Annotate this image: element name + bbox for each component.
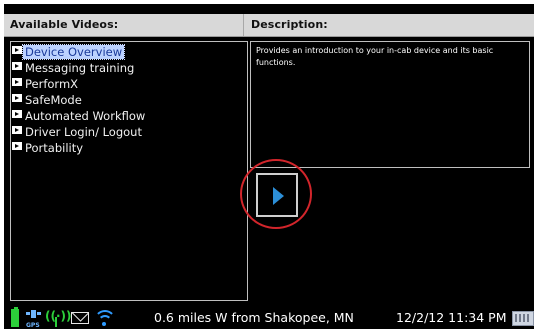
video-item-safemode[interactable]: SafeMode xyxy=(11,92,247,108)
video-item-messaging-training[interactable]: Messaging training xyxy=(11,60,247,76)
location-text: 0.6 miles W from Shakopee, MN xyxy=(154,310,354,325)
video-list-panel: Device Overview Messaging training Perfo… xyxy=(10,41,248,301)
status-bar: GPS ((·)) 0.6 miles W from Shakopee, MN … xyxy=(4,307,534,329)
video-item-label: Driver Login/ Logout xyxy=(25,125,142,139)
description-title: Description: xyxy=(251,18,328,31)
gps-label: GPS xyxy=(26,322,40,329)
video-icon xyxy=(12,62,22,70)
video-item-label: PerformX xyxy=(25,77,79,91)
header-divider xyxy=(243,14,244,36)
video-item-label: Device Overview xyxy=(21,44,126,60)
video-item-label: Automated Workflow xyxy=(25,109,146,123)
video-icon xyxy=(12,94,22,102)
satellite-icon xyxy=(26,310,41,318)
video-icon xyxy=(12,126,22,134)
description-text: Provides an introduction to your in-cab … xyxy=(256,46,494,67)
app-screen: Available Videos: Description: Device Ov… xyxy=(4,4,534,329)
video-icon xyxy=(12,46,22,54)
datetime-text: 12/2/12 11:34 PM xyxy=(396,310,507,325)
play-button[interactable] xyxy=(256,173,298,217)
gps-icon: GPS xyxy=(26,309,42,329)
video-item-label: Portability xyxy=(25,141,84,155)
antenna-icon: ((·)) xyxy=(45,309,72,327)
video-icon xyxy=(12,142,22,150)
video-list: Device Overview Messaging training Perfo… xyxy=(11,42,247,156)
video-item-performx[interactable]: PerformX xyxy=(11,76,247,92)
keyboard-icon[interactable] xyxy=(512,311,534,326)
play-icon xyxy=(273,187,284,205)
mail-icon[interactable] xyxy=(71,312,89,324)
video-icon xyxy=(12,78,22,86)
video-item-label: SafeMode xyxy=(25,93,82,107)
description-panel: Provides an introduction to your in-cab … xyxy=(250,41,530,168)
video-icon xyxy=(12,110,22,118)
video-item-portability[interactable]: Portability xyxy=(11,140,247,156)
video-item-automated-workflow[interactable]: Automated Workflow xyxy=(11,108,247,124)
video-item-driver-login-logout[interactable]: Driver Login/ Logout xyxy=(11,124,247,140)
video-item-device-overview[interactable]: Device Overview xyxy=(11,44,247,60)
video-item-label: Messaging training xyxy=(25,61,135,75)
available-videos-title: Available Videos: xyxy=(10,18,119,31)
wifi-icon xyxy=(93,307,117,329)
header-bar: Available Videos: Description: xyxy=(4,14,534,37)
battery-icon xyxy=(11,307,19,327)
